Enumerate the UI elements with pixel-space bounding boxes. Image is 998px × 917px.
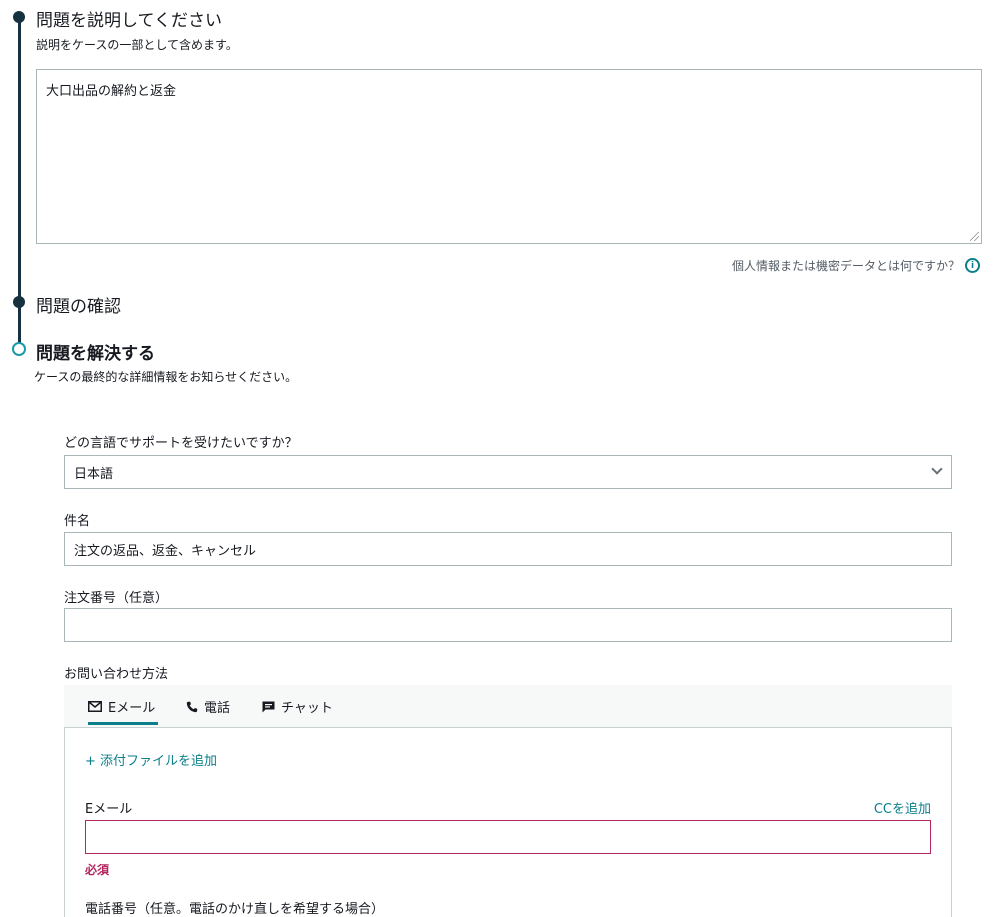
step3-title: 問題を解決する xyxy=(36,344,155,364)
tab-phone[interactable]: 電話 xyxy=(186,685,230,728)
pii-info-link[interactable]: 個人情報または機密データとは何ですか？ i xyxy=(732,257,980,274)
chevron-down-icon xyxy=(931,463,943,475)
order-number-input[interactable] xyxy=(64,608,952,642)
tab-phone-label: 電話 xyxy=(204,701,231,716)
description-textarea[interactable]: 大口出品の解約と返金 xyxy=(36,69,982,244)
chat-icon xyxy=(262,701,275,712)
timeline-dot-step1 xyxy=(13,11,25,23)
step3-subtitle: ケースの最終的な詳細情報をお知らせください。 xyxy=(34,370,298,384)
contact-method-label: お問い合わせ方法 xyxy=(64,667,169,682)
tab-chat[interactable]: チャット xyxy=(262,685,333,728)
email-label: Eメール xyxy=(85,802,133,817)
step2-title: 問題の確認 xyxy=(36,297,121,317)
subject-input[interactable]: 注文の返品、返金、キャンセル xyxy=(64,532,952,566)
email-required-error: 必須 xyxy=(85,863,110,877)
language-label: どの言語でサポートを受けたいですか？ xyxy=(64,436,298,451)
timeline-dot-step2 xyxy=(13,296,25,308)
step1-title: 問題を説明してください xyxy=(36,11,222,31)
language-selected-value: 日本語 xyxy=(74,466,114,482)
timeline-dot-step3-active xyxy=(12,342,26,356)
add-cc-link[interactable]: CCを追加 xyxy=(874,798,931,817)
info-icon[interactable]: i xyxy=(965,258,980,273)
email-input[interactable] xyxy=(85,820,931,854)
phone-icon xyxy=(186,701,198,712)
add-attachment-link[interactable]: + 添付ファイルを追加 xyxy=(85,750,217,769)
active-tab-indicator xyxy=(88,722,158,725)
contact-tabs: Eメール 電話 チャット xyxy=(64,685,952,728)
description-text: 大口出品の解約と返金 xyxy=(46,84,177,99)
tab-chat-label: チャット xyxy=(281,701,333,716)
mail-icon xyxy=(88,701,102,712)
subject-label: 件名 xyxy=(64,514,91,529)
step1-subtitle: 説明をケースの一部として含めます。 xyxy=(36,38,238,52)
order-number-label: 注文番号（任意） xyxy=(64,591,169,606)
language-select[interactable]: 日本語 xyxy=(64,455,952,489)
tab-email-label: Eメール xyxy=(108,701,156,716)
resize-handle[interactable] xyxy=(970,232,979,241)
pii-info-text: 個人情報または機密データとは何ですか？ xyxy=(731,259,960,273)
phone-number-label: 電話番号（任意。電話のかけ直しを希望する場合） xyxy=(85,902,385,917)
subject-value: 注文の返品、返金、キャンセル xyxy=(74,543,257,559)
